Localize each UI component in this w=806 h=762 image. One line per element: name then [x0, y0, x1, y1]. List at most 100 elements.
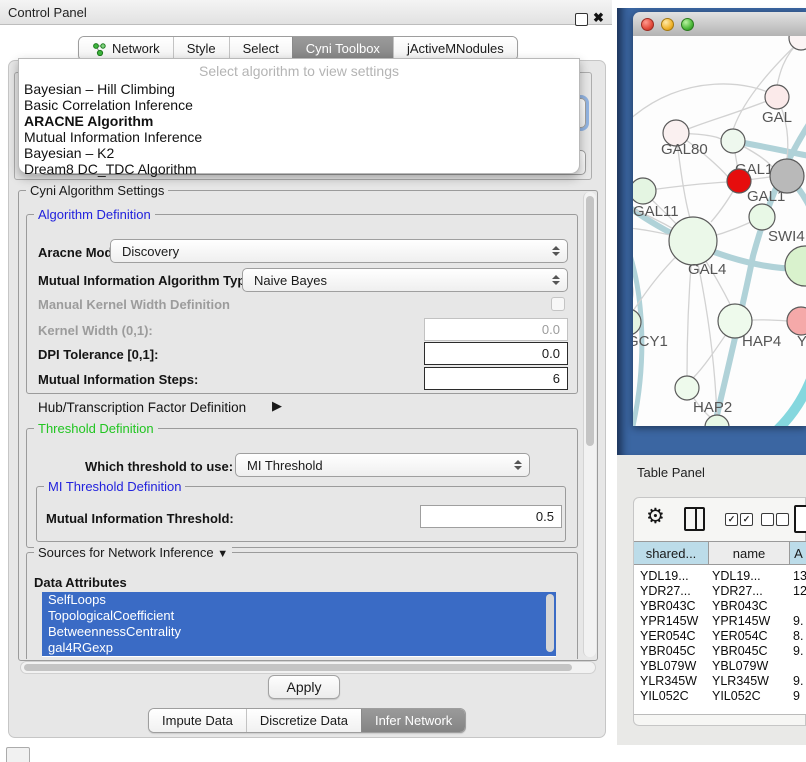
network-node-label: SWI4	[768, 228, 805, 245]
float-window-icon[interactable]	[575, 13, 588, 26]
settings-vertical-scrollbar[interactable]	[583, 192, 596, 657]
list-item[interactable]: gal4RGexp	[42, 640, 556, 656]
mi-threshold-label: Mutual Information Threshold:	[46, 511, 234, 526]
dropdown-item[interactable]: Basic Correlation Inference	[19, 97, 579, 113]
network-node-label: GAL4	[688, 261, 726, 278]
cell[interactable]: YBR045C	[640, 644, 696, 658]
dropdown-item[interactable]: Dream8 DC_TDC Algorithm	[19, 161, 579, 177]
cell[interactable]: YDL19...	[640, 569, 689, 583]
network-node[interactable]	[785, 246, 806, 286]
network-node[interactable]	[770, 159, 804, 193]
mi-threshold-field[interactable]: 0.5	[420, 505, 562, 528]
dropdown-item[interactable]: Mutual Information Inference	[19, 129, 579, 145]
network-canvas[interactable]: GALGAL80GAL10GAL1GAL11SWI4GAL4GCY1HAP4YH…	[633, 36, 806, 426]
dropdown-item[interactable]: Bayesian – Hill Climbing	[19, 81, 579, 97]
tab-discretize-data[interactable]: Discretize Data	[246, 709, 361, 732]
kernel-width-field[interactable]: 0.0	[424, 318, 568, 341]
unchecked-checkbox-icon[interactable]	[761, 513, 774, 526]
apply-button[interactable]: Apply	[268, 675, 340, 699]
tab-cyni-toolbox[interactable]: Cyni Toolbox	[292, 37, 393, 60]
cell[interactable]: 12	[793, 584, 806, 598]
network-node[interactable]	[749, 204, 775, 230]
mi-algorithm-type-combobox[interactable]: Naive Bayes	[242, 268, 568, 292]
threshold-definition-title: Threshold Definition	[34, 421, 158, 436]
network-node[interactable]	[789, 36, 806, 50]
zoom-traffic-light[interactable]	[681, 18, 694, 31]
network-nodes[interactable]: GALGAL80GAL10GAL1GAL11SWI4GAL4GCY1HAP4YH…	[633, 36, 806, 426]
network-node[interactable]	[669, 217, 717, 265]
mi-steps-label: Mutual Information Steps:	[38, 372, 198, 387]
cell[interactable]: YER054C	[640, 629, 696, 643]
node-table: shared... name A YDL19... YDL19... 13 YD…	[634, 541, 806, 715]
aracne-mode-combobox[interactable]: Discovery	[110, 239, 568, 263]
list-item[interactable]: TopologicalCoefficient	[42, 608, 556, 624]
cell[interactable]: 9.	[793, 614, 803, 628]
dpi-tolerance-field[interactable]: 0.0	[424, 342, 568, 365]
expand-down-icon[interactable]: ▼	[217, 548, 228, 560]
panel-corner-button[interactable]	[6, 747, 30, 762]
cell[interactable]: YPR145W	[640, 614, 698, 628]
attributes-scrollbar-thumb[interactable]	[546, 594, 554, 652]
tab-network[interactable]: Network	[79, 37, 173, 60]
tab-infer-network[interactable]: Infer Network	[361, 709, 465, 732]
list-item[interactable]: SelfLoops	[42, 592, 556, 608]
manual-kernel-width-checkbox[interactable]	[551, 297, 565, 311]
network-node[interactable]	[787, 307, 806, 335]
mi-steps-field[interactable]: 6	[424, 367, 568, 390]
cell[interactable]: YIL052C	[712, 689, 761, 703]
cell[interactable]: YBL079W	[640, 659, 696, 673]
cell[interactable]: YDR27...	[640, 584, 691, 598]
cell[interactable]: YLR345W	[712, 674, 769, 688]
function-builder-icon[interactable]	[794, 505, 806, 533]
cell[interactable]: 9	[793, 689, 800, 703]
cell[interactable]: 9.	[793, 674, 803, 688]
unchecked-checkbox-icon[interactable]	[776, 513, 789, 526]
dropdown-item[interactable]: Bayesian – K2	[19, 145, 579, 161]
settings-horizontal-scrollbar[interactable]	[20, 661, 596, 674]
network-node-label: GCY1	[633, 333, 668, 350]
cell[interactable]: 13	[793, 569, 806, 583]
dropdown-item-selected[interactable]: ARACNE Algorithm	[19, 113, 579, 129]
network-node[interactable]	[633, 178, 656, 204]
expand-right-icon[interactable]: ▶	[272, 398, 282, 414]
data-attributes-list: SelfLoops TopologicalCoefficient Between…	[42, 592, 556, 657]
network-node[interactable]	[705, 415, 729, 426]
cell[interactable]: YDR27...	[712, 584, 763, 598]
cell[interactable]: YLR345W	[640, 674, 697, 688]
tab-select[interactable]: Select	[229, 37, 292, 60]
network-node[interactable]	[675, 376, 699, 400]
cell[interactable]: 8.	[793, 629, 803, 643]
network-node[interactable]	[765, 85, 789, 109]
column-header-clipped[interactable]: A	[790, 542, 806, 565]
cell[interactable]: YER054C	[712, 629, 768, 643]
cell[interactable]: YBL079W	[712, 659, 768, 673]
settings-horizontal-scrollbar-thumb[interactable]	[24, 664, 572, 671]
tab-impute-data[interactable]: Impute Data	[149, 709, 246, 732]
which-threshold-combobox[interactable]: MI Threshold	[235, 453, 530, 477]
tab-jactivemnodules[interactable]: jActiveMNodules	[393, 37, 517, 60]
cell[interactable]: YPR145W	[712, 614, 770, 628]
checked-checkbox-icon[interactable]: ✓	[725, 513, 738, 526]
cell[interactable]: YBR043C	[712, 599, 768, 613]
gear-icon[interactable]: ⚙	[646, 504, 665, 528]
hub-definition-expander-label[interactable]: Hub/Transcription Factor Definition	[38, 400, 246, 415]
settings-vertical-scrollbar-thumb[interactable]	[586, 196, 594, 446]
checked-checkbox-icon[interactable]: ✓	[740, 513, 753, 526]
cell[interactable]: YBR043C	[640, 599, 696, 613]
cell[interactable]: YDL19...	[712, 569, 761, 583]
network-node[interactable]	[721, 129, 745, 153]
cyni-bottom-tabbar: Impute Data Discretize Data Infer Networ…	[148, 708, 466, 733]
tab-style[interactable]: Style	[173, 37, 229, 60]
cell[interactable]: YBR045C	[712, 644, 768, 658]
columns-icon[interactable]	[684, 507, 705, 531]
column-header-shared-name[interactable]: shared...	[634, 542, 709, 565]
list-item[interactable]: BetweennessCentrality	[42, 624, 556, 640]
minimize-traffic-light[interactable]	[661, 18, 674, 31]
cell[interactable]: 9.	[793, 644, 803, 658]
network-window-titlebar[interactable]	[633, 12, 806, 37]
dpi-tolerance-label: DPI Tolerance [0,1]:	[38, 347, 158, 362]
close-traffic-light[interactable]	[641, 18, 654, 31]
column-header-name[interactable]: name	[709, 542, 790, 565]
close-icon[interactable]: ✖	[593, 10, 604, 26]
cell[interactable]: YIL052C	[640, 689, 689, 703]
